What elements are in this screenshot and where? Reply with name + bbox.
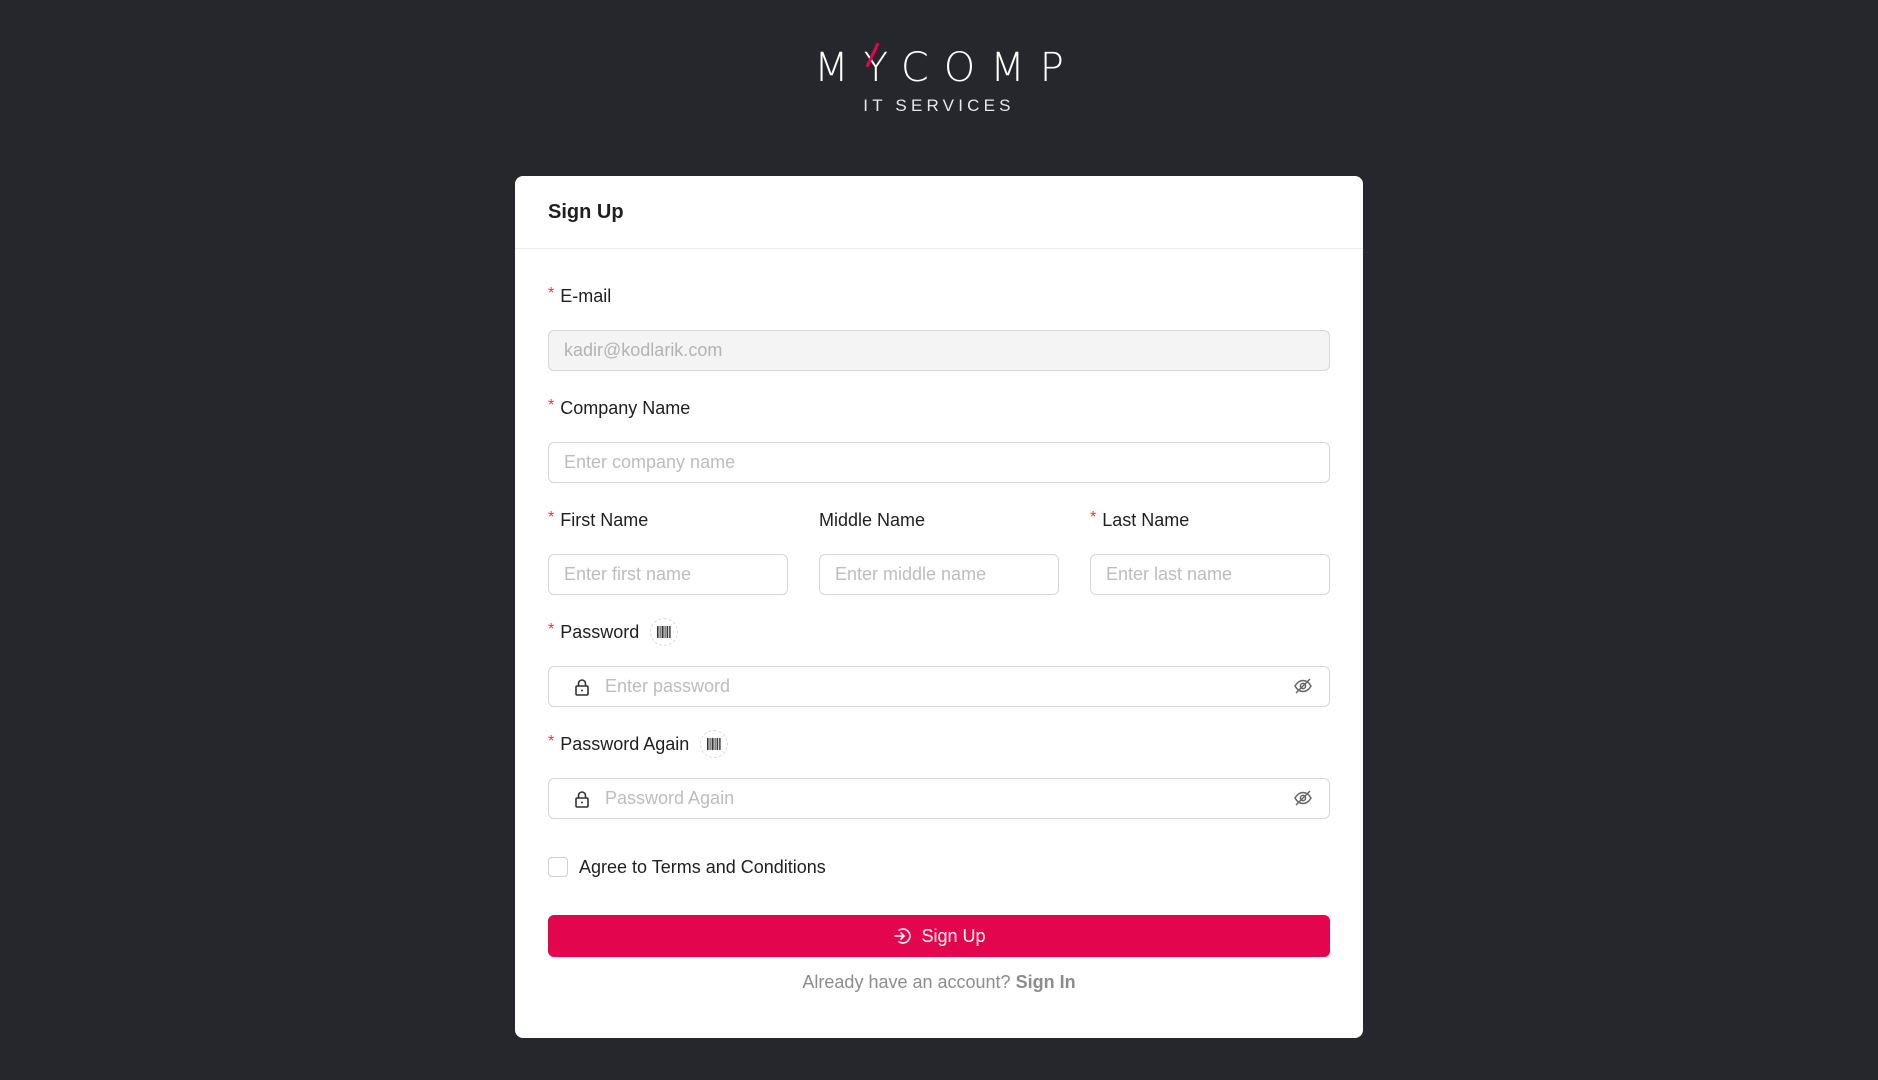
company-field-group: * Company Name Enter company name bbox=[548, 396, 1330, 483]
company-name-input[interactable]: Enter company name bbox=[548, 442, 1330, 483]
last-name-field-group: * Last Name Enter last name bbox=[1090, 508, 1330, 595]
password-again-field-group: * Password Again Password Again bbox=[548, 730, 1330, 819]
terms-checkbox[interactable] bbox=[548, 857, 568, 877]
company-label-text: Company Name bbox=[560, 398, 691, 418]
email-field-group: * E-mail kadir@kodlarik.com bbox=[548, 284, 1330, 371]
middle-name-label-text: Middle Name bbox=[819, 510, 926, 530]
required-marker: * bbox=[548, 733, 555, 750]
middle-name-input[interactable]: Enter middle name bbox=[819, 554, 1059, 595]
email-field[interactable]: kadir@kodlarik.com bbox=[548, 330, 1330, 371]
email-label-text: E-mail bbox=[560, 286, 612, 306]
password-label: * Password bbox=[548, 618, 1330, 646]
required-marker: * bbox=[1090, 509, 1097, 526]
email-label: * E-mail bbox=[548, 284, 1330, 308]
signup-page: MYCOMP IT SERVICES Sign Up * E-mail kadi… bbox=[0, 0, 1878, 1080]
lock-icon bbox=[571, 676, 593, 698]
company-placeholder: Enter company name bbox=[564, 452, 736, 472]
middle-name-placeholder: Enter middle name bbox=[835, 564, 987, 584]
logo-tagline: IT SERVICES bbox=[863, 96, 1015, 115]
eye-off-icon[interactable] bbox=[1293, 788, 1315, 810]
logo-wordmark: MYCOMP bbox=[799, 40, 1079, 96]
barcode-icon[interactable] bbox=[700, 730, 729, 758]
first-name-placeholder: Enter first name bbox=[564, 564, 692, 584]
last-name-label-text: Last Name bbox=[1102, 510, 1190, 530]
password-input[interactable]: Enter password bbox=[548, 666, 1330, 707]
password-again-label: * Password Again bbox=[548, 730, 1330, 758]
password-again-input[interactable]: Password Again bbox=[548, 778, 1330, 819]
sign-up-button-label: Sign Up bbox=[921, 925, 986, 946]
first-name-input[interactable]: Enter first name bbox=[548, 554, 788, 595]
required-marker: * bbox=[548, 285, 555, 302]
first-name-label-text: First Name bbox=[560, 510, 649, 530]
lock-icon bbox=[571, 788, 593, 810]
password-again-label-text: Password Again bbox=[560, 734, 690, 754]
sign-in-prompt-text: Already have an account? bbox=[802, 972, 1011, 992]
password-placeholder: Enter password bbox=[605, 676, 731, 696]
terms-row: Agree to Terms and Conditions bbox=[548, 855, 826, 879]
required-marker: * bbox=[548, 621, 555, 638]
password-again-placeholder: Password Again bbox=[605, 788, 735, 808]
password-field-group: * Password Enter password bbox=[548, 618, 1330, 707]
company-logo: MYCOMP IT SERVICES bbox=[0, 40, 1878, 116]
last-name-input[interactable]: Enter last name bbox=[1090, 554, 1330, 595]
last-name-placeholder: Enter last name bbox=[1106, 564, 1233, 584]
login-icon bbox=[892, 926, 912, 946]
sign-in-prompt: Already have an account? Sign In bbox=[515, 972, 1363, 993]
password-label-text: Password bbox=[560, 622, 640, 642]
first-name-label: * First Name bbox=[548, 508, 788, 532]
middle-name-field-group: Middle Name Enter middle name bbox=[819, 508, 1059, 595]
middle-name-label: Middle Name bbox=[819, 508, 1059, 532]
logo-brand-text: MYCOMP bbox=[814, 45, 1079, 91]
sign-up-button[interactable]: Sign Up bbox=[548, 915, 1330, 957]
form-title: Sign Up bbox=[548, 200, 624, 223]
barcode-icon[interactable] bbox=[650, 618, 679, 646]
required-marker: * bbox=[548, 397, 555, 414]
last-name-label: * Last Name bbox=[1090, 508, 1330, 532]
required-marker: * bbox=[548, 509, 555, 526]
eye-off-icon[interactable] bbox=[1293, 676, 1315, 698]
signup-card: Sign Up * E-mail kadir@kodlarik.com * Co… bbox=[515, 176, 1363, 1038]
card-header: Sign Up bbox=[515, 176, 1363, 249]
sign-in-link[interactable]: Sign In bbox=[1016, 972, 1076, 992]
email-value: kadir@kodlarik.com bbox=[564, 340, 723, 360]
terms-label[interactable]: Agree to Terms and Conditions bbox=[579, 857, 826, 878]
first-name-field-group: * First Name Enter first name bbox=[548, 508, 788, 595]
company-label: * Company Name bbox=[548, 396, 1330, 420]
